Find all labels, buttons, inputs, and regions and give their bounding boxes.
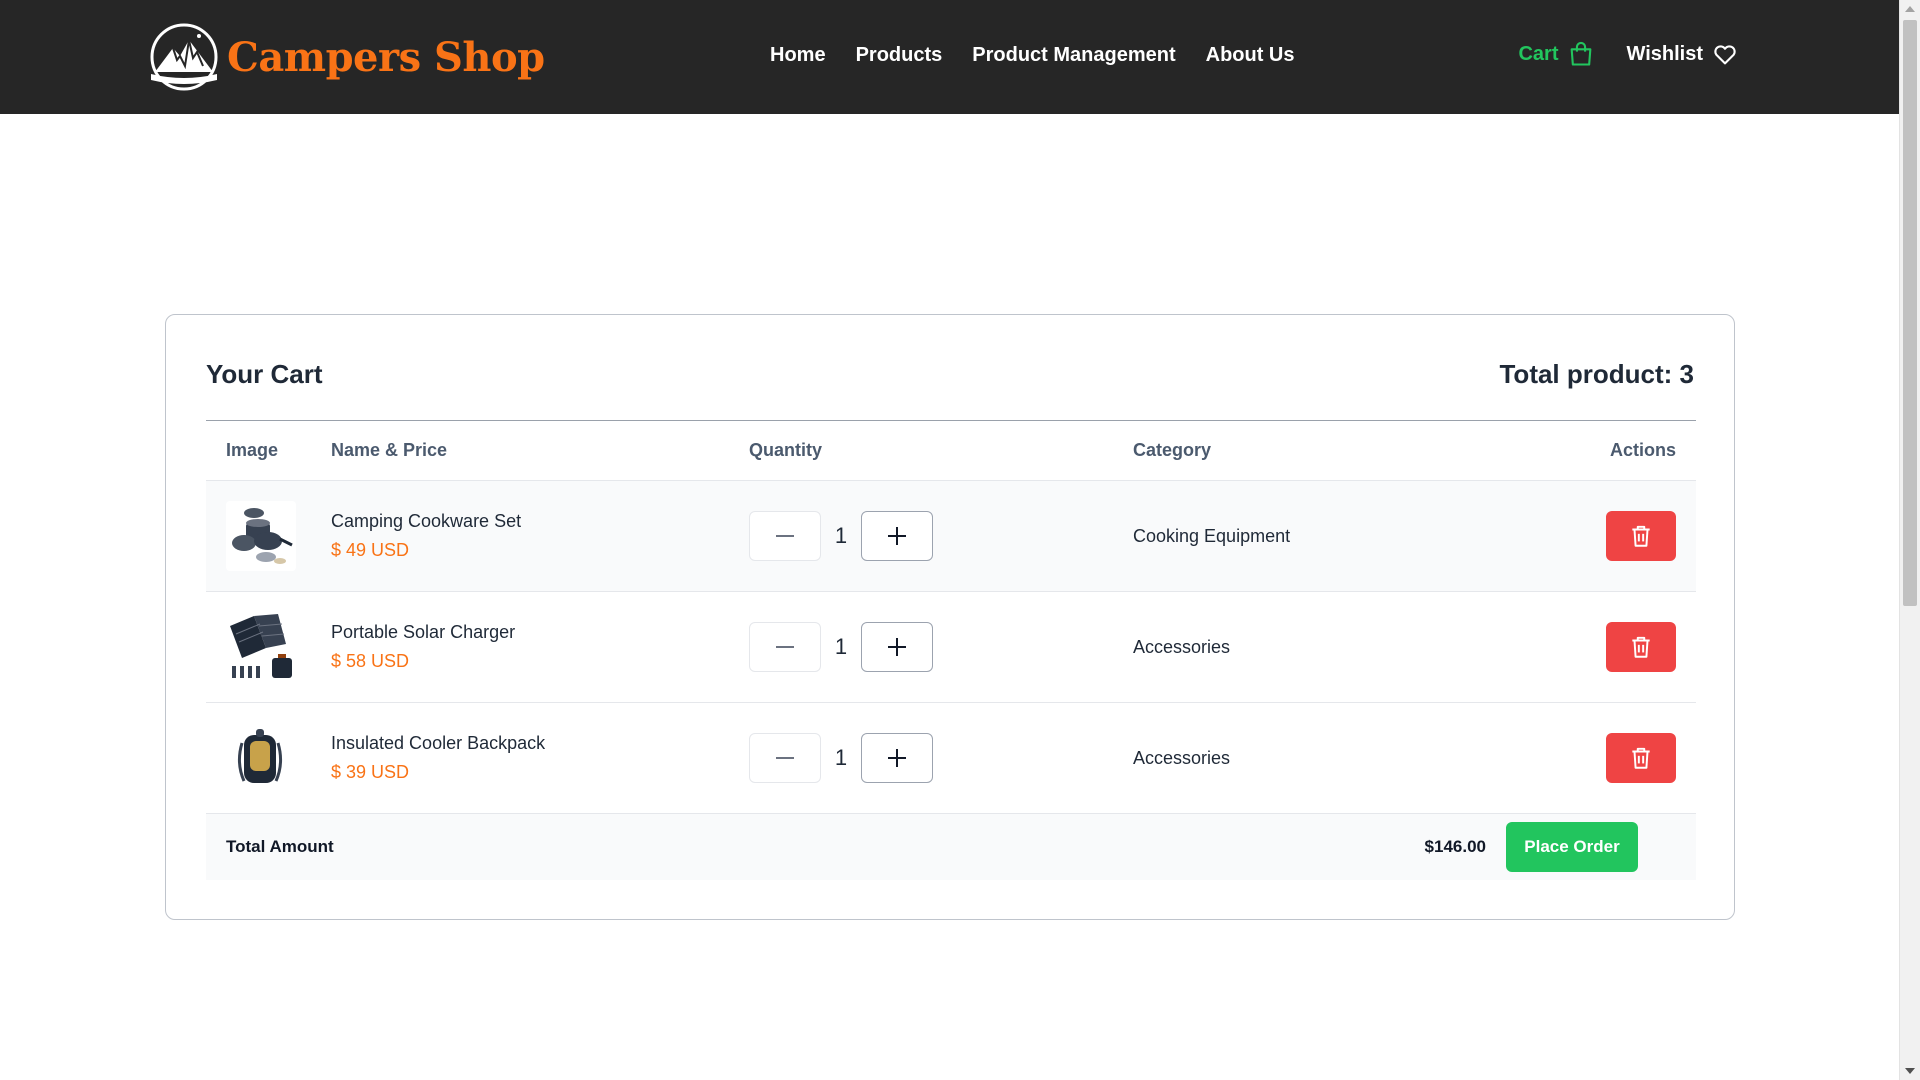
quantity-stepper: 1 [749, 733, 1133, 783]
wishlist-label: Wishlist [1626, 42, 1704, 65]
table-row: Insulated Cooler Backpack $ 39 USD 1 Acc… [206, 703, 1696, 814]
minus-icon [776, 535, 794, 537]
increase-quantity-button[interactable] [861, 511, 933, 561]
minus-icon [776, 757, 794, 759]
page-scrollbar[interactable] [1899, 0, 1920, 1080]
table-row: Portable Solar Charger $ 58 USD 1 Access… [206, 592, 1696, 703]
product-category: Cooking Equipment [1133, 525, 1291, 546]
cookware-set-image [226, 501, 296, 571]
plus-icon [888, 749, 906, 767]
scroll-up-arrow-icon[interactable] [1905, 6, 1915, 12]
nav-products[interactable]: Products [856, 44, 943, 67]
column-header-image: Image [226, 440, 279, 460]
decrease-quantity-button[interactable] [749, 622, 821, 672]
solar-charger-image [226, 612, 296, 682]
quantity-value: 1 [834, 523, 848, 548]
quantity-value: 1 [834, 745, 848, 770]
nav-product-management[interactable]: Product Management [972, 44, 1175, 67]
increase-quantity-button[interactable] [861, 622, 933, 672]
minus-icon [776, 646, 794, 648]
table-header: Image Name & Price Quantity Category Act… [206, 421, 1696, 481]
product-price: $ 39 USD [331, 762, 410, 782]
cart-header: Your Cart Total product: 3 [206, 359, 1694, 390]
brand-name: Campers Shop [227, 33, 545, 81]
product-name: Camping Cookware Set [331, 511, 522, 531]
delete-item-button[interactable] [1606, 622, 1676, 672]
decrease-quantity-button[interactable] [749, 733, 821, 783]
nav-about-us[interactable]: About Us [1206, 44, 1295, 67]
nav-home[interactable]: Home [770, 44, 826, 67]
cart-summary-row: Total Amount $146.00 Place Order [206, 814, 1696, 880]
total-amount-label: Total Amount [226, 837, 334, 856]
main-nav: Home Products Product Management About U… [770, 44, 1295, 67]
increase-quantity-button[interactable] [861, 733, 933, 783]
product-category: Accessories [1133, 747, 1231, 768]
plus-icon [888, 638, 906, 656]
column-header-category: Category [1133, 440, 1212, 460]
top-navbar: Campers Shop Home Products Product Manag… [0, 0, 1899, 114]
decrease-quantity-button[interactable] [749, 511, 821, 561]
cart-link[interactable]: Cart [1518, 40, 1594, 68]
quantity-stepper: 1 [749, 511, 1133, 561]
column-header-actions: Actions [1609, 440, 1676, 460]
header-actions: Cart Wishlist [1518, 40, 1739, 68]
brand-logo[interactable]: Campers Shop [149, 22, 545, 92]
scroll-down-arrow-icon[interactable] [1905, 1068, 1915, 1074]
quantity-stepper: 1 [749, 622, 1133, 672]
total-amount-value: $146.00 [1424, 837, 1486, 856]
delete-item-button[interactable] [1606, 733, 1676, 783]
quantity-value: 1 [834, 634, 848, 659]
cart-title: Your Cart [206, 359, 323, 389]
total-product-count: Total product: 3 [1499, 359, 1694, 389]
product-category: Accessories [1133, 636, 1231, 657]
shopping-bag-icon [1570, 41, 1591, 66]
product-name: Portable Solar Charger [331, 622, 516, 642]
cart-panel: Your Cart Total product: 3 Image Name & … [165, 314, 1735, 920]
trash-icon [1632, 525, 1650, 547]
table-row: Camping Cookware Set $ 49 USD 1 Cooking … [206, 481, 1696, 592]
product-price: $ 58 USD [331, 651, 410, 671]
scrollbar-thumb[interactable] [1903, 20, 1917, 606]
place-order-button[interactable]: Place Order [1506, 822, 1638, 872]
plus-icon [888, 527, 906, 545]
heart-icon [1714, 45, 1736, 65]
mountain-logo-icon [150, 23, 218, 91]
cart-table: Image Name & Price Quantity Category Act… [206, 420, 1696, 880]
cart-label: Cart [1518, 42, 1559, 65]
cooler-backpack-image [226, 723, 296, 793]
trash-icon [1632, 636, 1650, 658]
column-header-name-price: Name & Price [331, 440, 448, 460]
product-price: $ 49 USD [331, 540, 410, 560]
product-name: Insulated Cooler Backpack [331, 733, 546, 753]
delete-item-button[interactable] [1606, 511, 1676, 561]
column-header-quantity: Quantity [749, 440, 823, 460]
wishlist-link[interactable]: Wishlist [1627, 40, 1740, 68]
trash-icon [1632, 747, 1650, 769]
